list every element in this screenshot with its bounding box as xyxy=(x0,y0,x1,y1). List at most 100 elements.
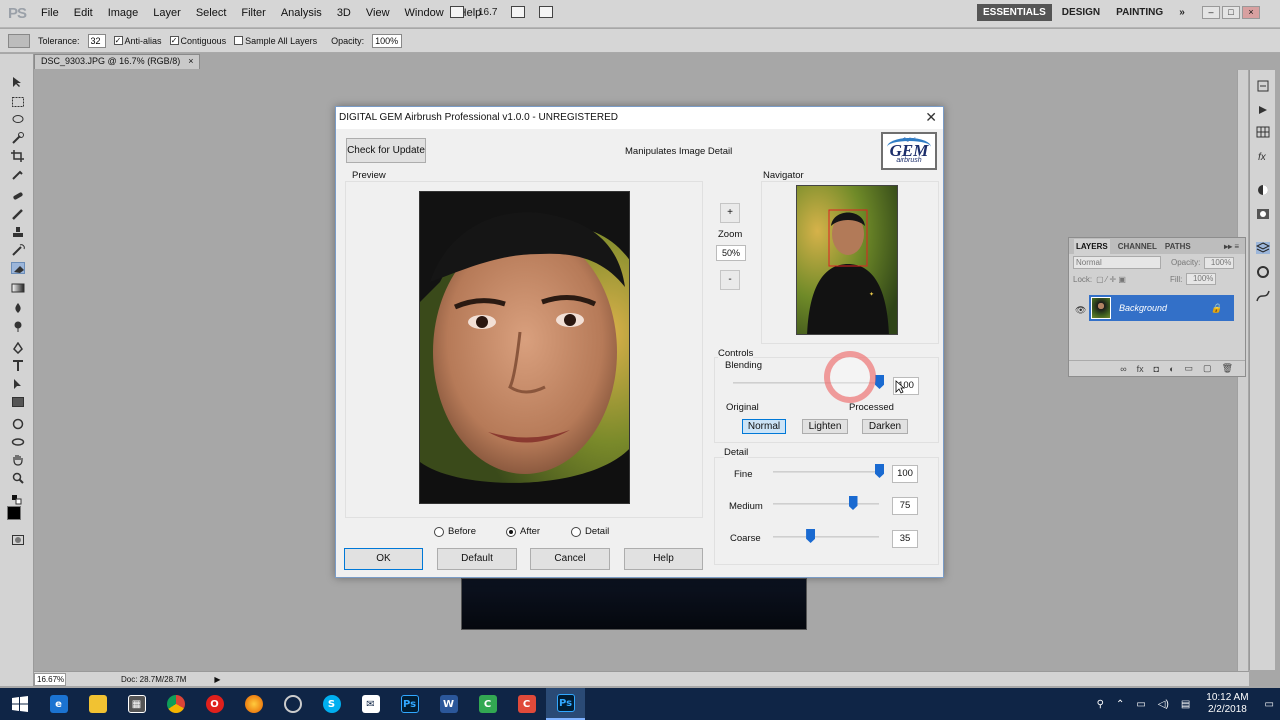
maximize-icon[interactable]: □ xyxy=(1222,6,1240,19)
chrome-icon[interactable] xyxy=(156,688,195,720)
fine-value[interactable]: 100 xyxy=(892,465,918,483)
ok-button[interactable]: OK xyxy=(344,548,423,570)
menu-3d[interactable]: 3D xyxy=(337,7,351,19)
default-colors-icon[interactable] xyxy=(11,494,25,506)
tolerance-input[interactable] xyxy=(87,33,106,48)
brush-tool-icon[interactable] xyxy=(11,208,25,220)
history-icon[interactable] xyxy=(1256,80,1270,92)
styles-icon[interactable]: fx xyxy=(1256,150,1270,163)
layer-background-row[interactable]: Background 🔒 xyxy=(1089,295,1234,321)
fine-slider-track[interactable] xyxy=(773,471,879,473)
menu-filter[interactable]: Filter xyxy=(241,7,265,19)
delete-layer-icon[interactable]: 🗑 xyxy=(1222,363,1233,374)
coarse-value[interactable]: 35 xyxy=(892,530,918,548)
rectangle-tool-icon[interactable] xyxy=(11,396,25,408)
cancel-button[interactable]: Cancel xyxy=(530,548,610,570)
new-group-icon[interactable]: ▭ xyxy=(1185,363,1194,374)
add-mask-icon[interactable]: ◘ xyxy=(1154,364,1159,374)
firefox-icon[interactable] xyxy=(234,688,273,720)
medium-value[interactable]: 75 xyxy=(892,497,918,515)
layers-panel-icon[interactable] xyxy=(1255,242,1271,254)
menu-view[interactable]: View xyxy=(366,7,390,19)
mode-normal-button[interactable]: Normal xyxy=(742,419,786,434)
pen-tool-icon[interactable] xyxy=(11,341,25,355)
action-center-icon[interactable]: ▭ xyxy=(1265,699,1274,710)
navigator-thumbnail[interactable]: ✦ xyxy=(796,185,898,335)
channels-icon[interactable] xyxy=(1256,266,1270,278)
network-icon[interactable]: ▭ xyxy=(1136,699,1145,710)
opera-icon[interactable]: O xyxy=(195,688,234,720)
tab-layers[interactable]: LAYERS xyxy=(1074,238,1110,254)
document-tab[interactable]: DSC_9303.JPG @ 16.7% (RGB/8) × xyxy=(34,54,201,69)
quick-mask-icon[interactable] xyxy=(11,534,25,546)
opacity-input[interactable]: 100% xyxy=(372,33,403,48)
document-canvas[interactable] xyxy=(461,578,807,630)
dodge-tool-icon[interactable] xyxy=(11,320,25,332)
mail-icon[interactable]: ✉ xyxy=(351,688,390,720)
adjustments-icon[interactable] xyxy=(1256,184,1270,196)
blend-mode-select[interactable]: Normal xyxy=(1073,256,1161,269)
3d-rotate-tool-icon[interactable] xyxy=(11,418,25,430)
dialog-close-icon[interactable]: ✕ xyxy=(925,109,937,126)
type-tool-icon[interactable] xyxy=(11,360,25,372)
store-icon[interactable]: ▦ xyxy=(117,688,156,720)
zoom-tool-icon[interactable] xyxy=(11,472,25,484)
camtasia-icon[interactable]: C xyxy=(468,688,507,720)
adjustment-layer-icon[interactable]: ◐ xyxy=(1169,364,1174,374)
photoshop-active-icon[interactable]: Ps xyxy=(546,688,585,720)
history-brush-tool-icon[interactable] xyxy=(11,244,25,256)
default-button[interactable]: Default xyxy=(437,548,517,570)
close-icon[interactable]: × xyxy=(1242,6,1260,19)
paths-icon[interactable] xyxy=(1256,290,1270,302)
arrange-documents-icon[interactable] xyxy=(511,6,526,18)
menu-edit[interactable]: Edit xyxy=(74,7,93,19)
zoom-out-button[interactable]: - xyxy=(720,270,740,290)
path-selection-tool-icon[interactable] xyxy=(11,378,25,390)
show-hidden-icons-icon[interactable]: ⌃ xyxy=(1116,699,1124,710)
check-for-update-button[interactable]: Check for Update xyxy=(346,138,426,163)
lasso-tool-icon[interactable] xyxy=(11,114,25,126)
view-before-radio[interactable]: Before xyxy=(434,526,476,537)
marquee-tool-icon[interactable] xyxy=(11,96,25,108)
medium-slider-track[interactable] xyxy=(773,503,879,505)
eyedropper-tool-icon[interactable] xyxy=(11,168,25,180)
panel-menu-icon[interactable]: ▸▸ ≡ xyxy=(1224,242,1239,251)
file-explorer-icon[interactable] xyxy=(78,688,117,720)
minimize-icon[interactable]: – xyxy=(1202,6,1220,19)
layers-opacity-value[interactable]: 100% xyxy=(1204,256,1235,269)
zoom-in-button[interactable]: + xyxy=(720,203,740,223)
view-detail-radio[interactable]: Detail xyxy=(571,526,609,537)
zoom-level[interactable]: 16.7 xyxy=(478,7,497,18)
settings-icon[interactable] xyxy=(273,688,312,720)
view-after-radio[interactable]: After xyxy=(506,526,540,537)
skype-icon[interactable]: S xyxy=(312,688,351,720)
menu-select[interactable]: Select xyxy=(196,7,227,19)
tab-paths[interactable]: PATHS xyxy=(1165,242,1191,251)
clock[interactable]: 10:12 AM 2/2/2018 xyxy=(1206,692,1248,716)
preview-image[interactable] xyxy=(419,191,630,504)
close-document-icon[interactable]: × xyxy=(188,56,193,68)
workspace-painting[interactable]: PAINTING xyxy=(1110,4,1169,21)
screen-mode-icon[interactable] xyxy=(539,6,554,18)
contiguous-checkbox[interactable]: ✓ Contiguous xyxy=(169,36,226,46)
link-layers-icon[interactable]: ∞ xyxy=(1120,364,1126,374)
status-menu-arrow-icon[interactable]: ▶ xyxy=(214,675,220,684)
move-tool-icon[interactable] xyxy=(11,76,25,88)
tab-channels[interactable]: CHANNEL xyxy=(1118,242,1157,251)
clone-stamp-tool-icon[interactable] xyxy=(11,226,25,238)
blur-tool-icon[interactable] xyxy=(11,302,25,314)
menu-analysis[interactable]: Analysis xyxy=(281,7,322,19)
anti-alias-checkbox[interactable]: ✓ Anti-alias xyxy=(113,36,162,46)
recorder-icon[interactable]: C xyxy=(507,688,546,720)
coarse-slider-track[interactable] xyxy=(773,536,879,538)
launch-bridge-icon[interactable] xyxy=(450,6,464,18)
fill-value[interactable]: 100% xyxy=(1186,273,1217,285)
workspace-essentials[interactable]: ESSENTIALS xyxy=(977,4,1052,21)
help-button[interactable]: Help xyxy=(624,548,703,570)
photoshop-icon[interactable]: Ps xyxy=(390,688,429,720)
paint-bucket-icon[interactable] xyxy=(8,33,30,48)
mode-lighten-button[interactable]: Lighten xyxy=(802,419,848,434)
menu-image[interactable]: Image xyxy=(108,7,139,19)
volume-icon[interactable]: ◁) xyxy=(1158,699,1169,710)
quick-selection-tool-icon[interactable] xyxy=(11,132,25,144)
